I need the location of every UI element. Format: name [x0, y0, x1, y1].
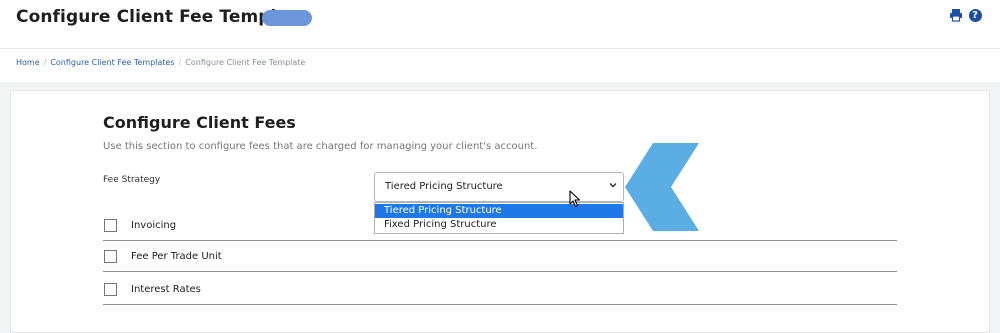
section-description: Use this section to configure fees that … [103, 141, 538, 152]
fee-row-fee-per-trade-unit: Fee Per Trade Unit [103, 240, 897, 272]
breadcrumb-home-link[interactable]: Home [16, 58, 40, 67]
breadcrumb-templates-link[interactable]: Configure Client Fee Templates [50, 58, 174, 67]
fee-row-interest-rates: Interest Rates [103, 273, 897, 305]
breadcrumb-separator: / [43, 58, 47, 67]
fee-per-trade-unit-checkbox[interactable] [104, 250, 117, 263]
breadcrumb: Home / Configure Client Fee Templates / Conf… [16, 58, 305, 67]
print-icon[interactable] [949, 8, 963, 22]
fee-strategy-selected-value: Tiered Pricing Structure [385, 181, 503, 192]
help-icon[interactable]: ? [968, 8, 982, 22]
row-label: Fee Per Trade Unit [131, 251, 222, 262]
section-title: Configure Client Fees [103, 113, 296, 132]
fee-strategy-label: Fee Strategy [103, 175, 161, 185]
fee-row-invoicing: Invoicing [103, 209, 897, 241]
row-label: Interest Rates [131, 284, 201, 295]
chevron-down-icon [609, 182, 617, 188]
page-header: Configure Client Fee Template ? [0, 0, 1000, 49]
row-label: Invoicing [131, 220, 177, 231]
status-badge [262, 10, 312, 26]
mouse-pointer-icon [569, 190, 581, 208]
breadcrumb-current: Configure Client Fee Template [185, 58, 306, 67]
interest-rates-checkbox[interactable] [104, 283, 117, 296]
invoicing-checkbox[interactable] [104, 219, 117, 232]
breadcrumb-separator: / [178, 58, 182, 67]
fee-strategy-select[interactable]: Tiered Pricing Structure [374, 172, 624, 202]
